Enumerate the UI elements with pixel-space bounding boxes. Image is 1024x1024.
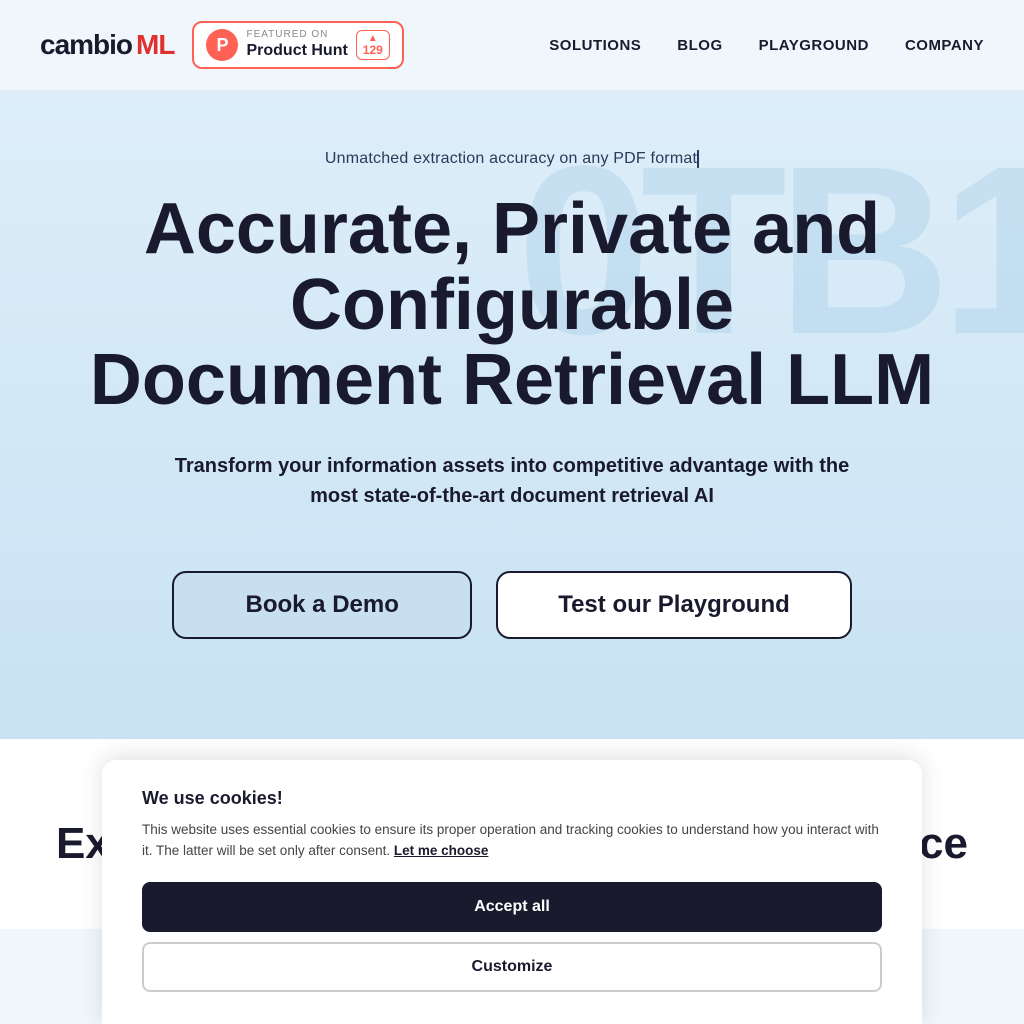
site-logo[interactable]: cambioML (40, 29, 174, 61)
customize-button[interactable]: Customize (142, 942, 882, 992)
ph-count: ▲ 129 (356, 30, 390, 60)
cookie-description: This website uses essential cookies to e… (142, 819, 882, 862)
nav-links: SOLUTIONS BLOG PLAYGROUND COMPANY (549, 37, 984, 54)
ph-name: Product Hunt (246, 41, 347, 60)
hero-description: Transform your information assets into c… (162, 451, 862, 511)
logo-ml: ML (136, 29, 174, 61)
hero-title: Accurate, Private and Configurable Docum… (40, 192, 984, 419)
nav-link-company[interactable]: COMPANY (905, 37, 984, 54)
hero-section: 0TB1 Unmatched extraction accuracy on an… (0, 90, 1024, 739)
cookie-buttons: Accept all Customize (142, 882, 882, 992)
accept-all-button[interactable]: Accept all (142, 882, 882, 932)
nav-link-solutions[interactable]: SOLUTIONS (549, 37, 641, 54)
book-demo-button[interactable]: Book a Demo (172, 571, 472, 639)
hero-subtitle: Unmatched extraction accuracy on any PDF… (40, 150, 984, 168)
cursor-blink (697, 150, 699, 168)
cookie-banner: We use cookies! This website uses essent… (102, 760, 922, 1024)
nav-link-blog[interactable]: BLOG (677, 37, 722, 54)
ph-text: FEATURED ON Product Hunt (246, 29, 347, 60)
ph-icon: P (206, 29, 238, 61)
ph-number: 129 (363, 44, 383, 57)
nav-link-playground[interactable]: PLAYGROUND (759, 37, 869, 54)
logo-cambio: cambio (40, 29, 132, 61)
product-hunt-badge[interactable]: P FEATURED ON Product Hunt ▲ 129 (192, 21, 403, 69)
navbar: cambioML P FEATURED ON Product Hunt ▲ 12… (0, 0, 1024, 90)
playground-button[interactable]: Test our Playground (496, 571, 852, 639)
hero-buttons: Book a Demo Test our Playground (40, 571, 984, 639)
ph-featured-label: FEATURED ON (246, 29, 347, 41)
cookie-title: We use cookies! (142, 788, 882, 809)
let-me-choose-link[interactable]: Let me choose (394, 843, 489, 858)
